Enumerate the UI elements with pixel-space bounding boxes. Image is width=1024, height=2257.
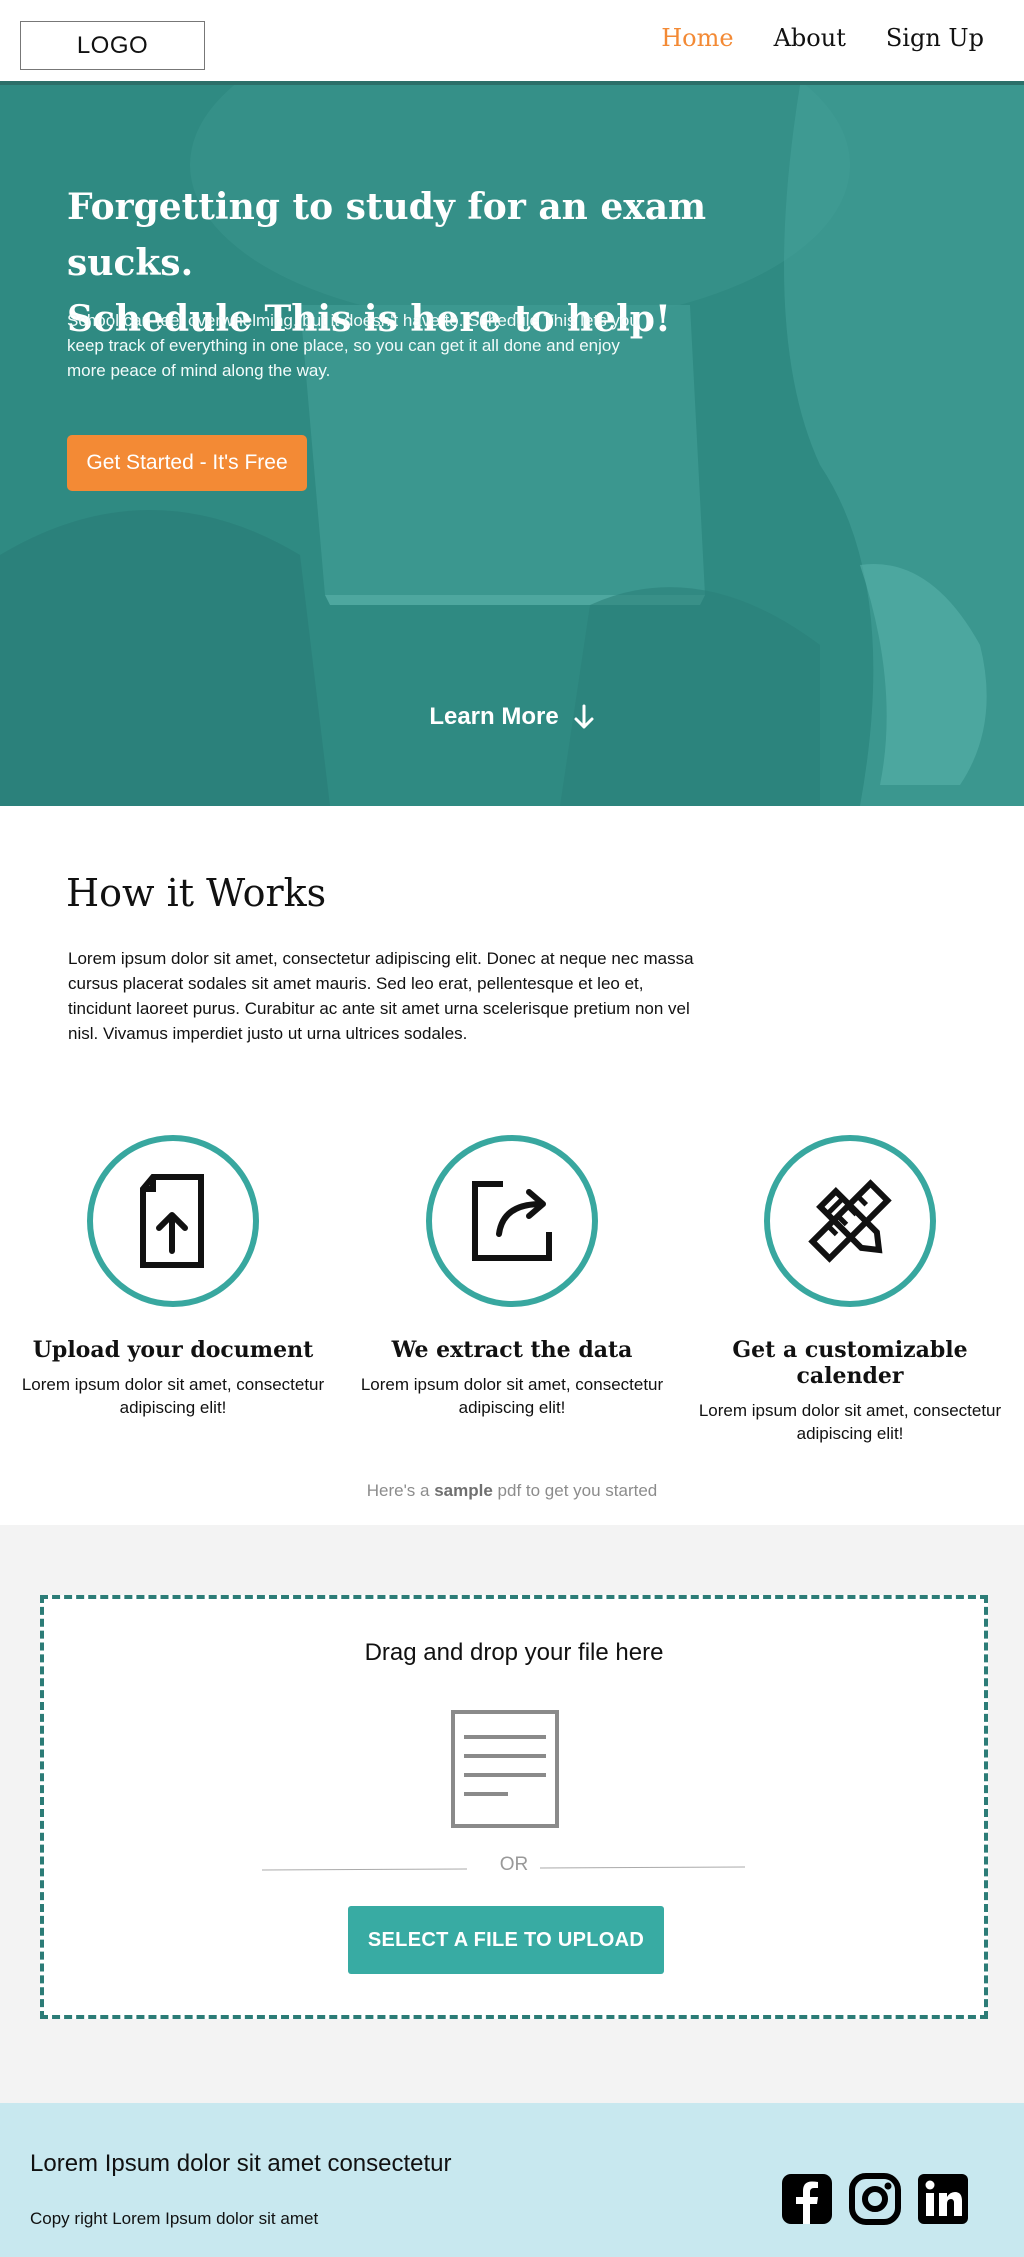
hero-title-line-1: Forgetting to study for an exam sucks.: [67, 186, 707, 284]
document-icon: [451, 1710, 559, 1828]
hero-section: Forgetting to study for an exam sucks. S…: [0, 85, 1024, 806]
feature-text: Lorem ipsum dolor sit amet, consectetur …: [698, 1401, 1002, 1443]
feature-title: Upload your document: [32, 1337, 314, 1363]
share-export-icon: [472, 1181, 552, 1261]
or-label: OR: [499, 1854, 529, 1875]
linkedin-icon[interactable]: [917, 2173, 969, 2225]
feature-extract: We extract the data Lorem ipsum dolor si…: [352, 1135, 672, 1419]
feature-text: Lorem ipsum dolor sit amet, consectetur …: [360, 1375, 664, 1417]
file-dropzone[interactable]: Drag and drop your file here OR SELECT A…: [40, 1595, 988, 2019]
how-it-works-title: How it Works: [66, 871, 327, 915]
nav-link-sign-up[interactable]: Sign Up: [886, 24, 984, 52]
feature-icon-circle: [764, 1135, 936, 1307]
social-links: [781, 2173, 969, 2225]
feature-title: We extract the data: [391, 1337, 633, 1363]
sample-note-suffix: pdf to get you started: [492, 1481, 658, 1500]
nav-link-home[interactable]: Home: [661, 24, 733, 52]
top-nav: LOGO Home About Sign Up: [0, 0, 1024, 85]
sample-pdf-link[interactable]: sample: [434, 1481, 493, 1500]
how-it-works-description: Lorem ipsum dolor sit amet, consectetur …: [68, 949, 694, 1043]
learn-more-label: Learn More: [429, 703, 559, 730]
upload-document-icon: [140, 1174, 204, 1268]
footer-title: Lorem Ipsum dolor sit amet consectetur: [30, 2150, 452, 2177]
feature-text: Lorem ipsum dolor sit amet, consectetur …: [21, 1375, 325, 1417]
hero-description: School can feel overwhelming, but it doe…: [67, 311, 639, 380]
nav-links: Home About Sign Up: [661, 24, 984, 52]
nav-link-about[interactable]: About: [774, 24, 846, 52]
feature-upload: Upload your document Lorem ipsum dolor s…: [13, 1135, 333, 1419]
get-started-button[interactable]: Get Started - It's Free: [67, 435, 307, 491]
logo[interactable]: LOGO: [20, 21, 205, 70]
feature-icon-circle: [426, 1135, 598, 1307]
dropzone-title: Drag and drop your file here: [364, 1639, 664, 1666]
sample-note-prefix: Here's a: [366, 1481, 435, 1500]
upload-section: Drag and drop your file here OR SELECT A…: [0, 1525, 1024, 2103]
feature-calendar: Get a customizable calender Lorem ipsum …: [690, 1135, 1010, 1445]
instagram-icon[interactable]: [849, 2173, 901, 2225]
arrow-down-icon: [574, 704, 594, 729]
facebook-icon[interactable]: [781, 2173, 833, 2225]
feature-title: Get a customizable calender: [732, 1337, 968, 1389]
learn-more-link[interactable]: Learn More: [0, 703, 1024, 731]
select-file-button[interactable]: SELECT A FILE TO UPLOAD: [348, 1906, 664, 1974]
footer-copyright: Copy right Lorem Ipsum dolor sit amet: [30, 2209, 319, 2228]
pencil-ruler-icon: [808, 1179, 892, 1263]
sample-pdf-note: Here's a sample pdf to get you started: [0, 1481, 1024, 1501]
footer: Lorem Ipsum dolor sit amet consectetur C…: [0, 2103, 1024, 2257]
feature-icon-circle: [87, 1135, 259, 1307]
or-divider: OR: [44, 1854, 984, 1884]
